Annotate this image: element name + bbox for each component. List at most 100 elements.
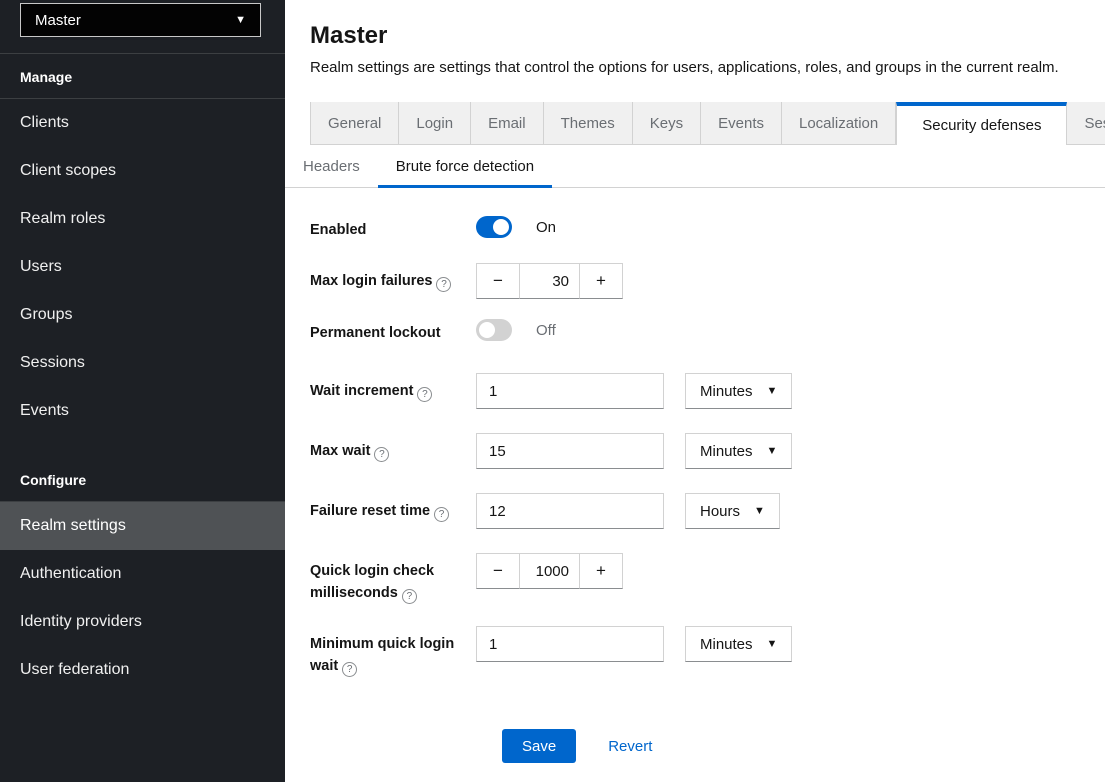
sidebar-item-clients[interactable]: Clients bbox=[0, 99, 285, 147]
quick-login-check-input[interactable] bbox=[520, 553, 579, 589]
enabled-toggle[interactable] bbox=[476, 216, 512, 238]
chevron-down-icon: ▼ bbox=[767, 445, 778, 457]
tab-keys[interactable]: Keys bbox=[633, 102, 701, 145]
tab-general[interactable]: General bbox=[310, 102, 399, 145]
form-row-quick-login-check: Quick login check milliseconds? − + bbox=[310, 553, 1105, 604]
sidebar-item-client-scopes[interactable]: Client scopes bbox=[0, 147, 285, 195]
realm-selector-value: Master bbox=[35, 12, 81, 29]
page-title: Master bbox=[310, 22, 1105, 50]
realm-selector-dropdown[interactable]: Master ▼ bbox=[20, 3, 261, 37]
sidebar-item-sessions[interactable]: Sessions bbox=[0, 339, 285, 387]
max-wait-unit-select[interactable]: Minutes ▼ bbox=[685, 433, 792, 469]
sidebar: Master ▼ Manage Clients Client scopes Re… bbox=[0, 0, 285, 782]
subtab-headers[interactable]: Headers bbox=[285, 147, 378, 188]
quick-login-check-label: Quick login check milliseconds? bbox=[310, 553, 476, 604]
unit-select-value: Hours bbox=[700, 503, 740, 520]
configure-nav-list: Realm settings Authentication Identity p… bbox=[0, 502, 285, 694]
save-button[interactable]: Save bbox=[502, 729, 576, 763]
sidebar-item-identity-providers[interactable]: Identity providers bbox=[0, 598, 285, 646]
main-content: Master Realm settings are settings that … bbox=[285, 0, 1105, 782]
help-icon[interactable]: ? bbox=[374, 447, 389, 462]
failure-reset-time-label-text: Failure reset time bbox=[310, 503, 430, 519]
toggle-knob bbox=[479, 322, 495, 338]
tab-themes[interactable]: Themes bbox=[544, 102, 633, 145]
brute-force-form: Enabled On Max login failures? − + bbox=[310, 212, 1105, 763]
help-icon[interactable]: ? bbox=[402, 589, 417, 604]
min-quick-login-wait-unit-select[interactable]: Minutes ▼ bbox=[685, 626, 792, 662]
form-row-wait-increment: Wait increment? Minutes ▼ bbox=[310, 373, 1105, 409]
chevron-down-icon: ▼ bbox=[235, 14, 246, 26]
help-icon[interactable]: ? bbox=[342, 662, 357, 677]
min-quick-login-wait-input[interactable] bbox=[476, 626, 664, 662]
max-wait-control: Minutes ▼ bbox=[476, 433, 792, 469]
enabled-label: Enabled bbox=[310, 212, 476, 241]
wait-increment-label: Wait increment? bbox=[310, 373, 476, 402]
plus-button[interactable]: + bbox=[579, 263, 623, 299]
sidebar-item-events[interactable]: Events bbox=[0, 387, 285, 435]
wait-increment-unit-select[interactable]: Minutes ▼ bbox=[685, 373, 792, 409]
sidebar-item-realm-roles[interactable]: Realm roles bbox=[0, 195, 285, 243]
failure-reset-time-input[interactable] bbox=[476, 493, 664, 529]
unit-select-value: Minutes bbox=[700, 383, 753, 400]
subtab-brute-force-detection[interactable]: Brute force detection bbox=[378, 147, 552, 188]
form-row-max-wait: Max wait? Minutes ▼ bbox=[310, 433, 1105, 469]
wait-increment-input[interactable] bbox=[476, 373, 664, 409]
max-login-failures-label-text: Max login failures bbox=[310, 273, 432, 289]
wait-increment-control: Minutes ▼ bbox=[476, 373, 792, 409]
tab-security-defenses[interactable]: Security defenses bbox=[896, 102, 1067, 145]
failure-reset-time-unit-select[interactable]: Hours ▼ bbox=[685, 493, 780, 529]
help-icon[interactable]: ? bbox=[434, 507, 449, 522]
max-login-failures-input[interactable] bbox=[520, 263, 579, 299]
min-quick-login-wait-label-text: Minimum quick login wait bbox=[310, 636, 454, 674]
max-wait-input[interactable] bbox=[476, 433, 664, 469]
toggle-knob bbox=[493, 219, 509, 235]
chevron-down-icon: ▼ bbox=[754, 505, 765, 517]
sidebar-item-authentication[interactable]: Authentication bbox=[0, 550, 285, 598]
tab-login[interactable]: Login bbox=[399, 102, 471, 145]
tab-localization[interactable]: Localization bbox=[782, 102, 896, 145]
form-actions: Save Revert bbox=[502, 729, 1105, 763]
minus-button[interactable]: − bbox=[476, 263, 520, 299]
max-login-failures-spinner: − + bbox=[476, 263, 623, 299]
nav-spacer bbox=[0, 435, 285, 457]
help-icon[interactable]: ? bbox=[436, 277, 451, 292]
permanent-lockout-toggle[interactable] bbox=[476, 319, 512, 341]
min-quick-login-wait-control: Minutes ▼ bbox=[476, 626, 792, 662]
sidebar-item-users[interactable]: Users bbox=[0, 243, 285, 291]
form-row-failure-reset-time: Failure reset time? Hours ▼ bbox=[310, 493, 1105, 529]
unit-select-value: Minutes bbox=[700, 443, 753, 460]
form-row-max-login-failures: Max login failures? − + bbox=[310, 263, 1105, 299]
form-row-permanent-lockout: Permanent lockout Off bbox=[310, 315, 1105, 344]
subtab-bar: Headers Brute force detection bbox=[285, 147, 1105, 188]
form-row-enabled: Enabled On bbox=[310, 212, 1105, 241]
form-row-min-quick-login-wait: Minimum quick login wait? Minutes ▼ bbox=[310, 626, 1105, 677]
permanent-lockout-control: Off bbox=[476, 315, 556, 343]
nav-group-manage: Manage bbox=[0, 54, 285, 99]
min-quick-login-wait-label: Minimum quick login wait? bbox=[310, 626, 476, 677]
sidebar-item-realm-settings[interactable]: Realm settings bbox=[0, 502, 285, 550]
chevron-down-icon: ▼ bbox=[767, 638, 778, 650]
wait-increment-label-text: Wait increment bbox=[310, 383, 413, 399]
tab-events[interactable]: Events bbox=[701, 102, 782, 145]
revert-link[interactable]: Revert bbox=[608, 738, 652, 755]
tab-sessions[interactable]: Sessions bbox=[1067, 102, 1105, 145]
page-description: Realm settings are settings that control… bbox=[310, 59, 1105, 76]
realm-selector-area: Master ▼ bbox=[0, 0, 285, 54]
tab-bar: General Login Email Themes Keys Events L… bbox=[310, 102, 1105, 145]
page-header: Master Realm settings are settings that … bbox=[310, 22, 1105, 76]
minus-button[interactable]: − bbox=[476, 553, 520, 589]
enabled-control: On bbox=[476, 212, 556, 240]
permanent-lockout-label: Permanent lockout bbox=[310, 315, 476, 344]
unit-select-value: Minutes bbox=[700, 636, 753, 653]
chevron-down-icon: ▼ bbox=[767, 385, 778, 397]
plus-button[interactable]: + bbox=[579, 553, 623, 589]
help-icon[interactable]: ? bbox=[417, 387, 432, 402]
nav-group-configure: Configure bbox=[0, 457, 285, 502]
permanent-lockout-toggle-state: Off bbox=[536, 322, 556, 339]
max-wait-label-text: Max wait bbox=[310, 443, 370, 459]
failure-reset-time-control: Hours ▼ bbox=[476, 493, 780, 529]
enabled-toggle-state: On bbox=[536, 219, 556, 236]
sidebar-item-groups[interactable]: Groups bbox=[0, 291, 285, 339]
tab-email[interactable]: Email bbox=[471, 102, 544, 145]
sidebar-item-user-federation[interactable]: User federation bbox=[0, 646, 285, 694]
